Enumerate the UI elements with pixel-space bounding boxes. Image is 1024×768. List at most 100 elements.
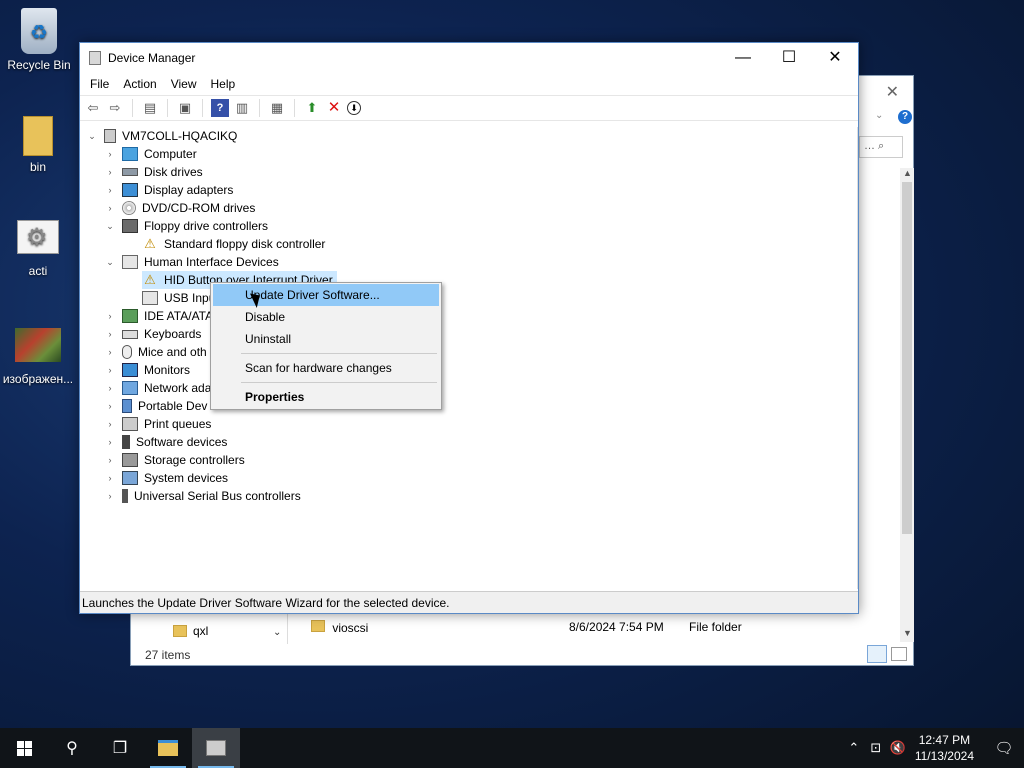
minimize-button[interactable]: — xyxy=(720,43,766,73)
chevron-right-icon[interactable]: › xyxy=(104,185,116,195)
tree-item-floppy-controllers[interactable]: ⌄ Floppy drive controllers xyxy=(104,217,268,235)
tree-item-ide[interactable]: › IDE ATA/ATA xyxy=(104,307,213,325)
uninstall-icon[interactable]: ✕ xyxy=(325,99,343,117)
tree-item-network[interactable]: › Network ada xyxy=(104,379,211,397)
chevron-down-icon[interactable]: ⌄ xyxy=(86,131,98,142)
chevron-right-icon[interactable]: › xyxy=(104,383,116,393)
chevron-down-icon[interactable]: ⌄ xyxy=(875,110,883,121)
tree-item-usb-input[interactable]: USB Inpu xyxy=(142,289,215,307)
close-button[interactable]: ✕ xyxy=(812,43,858,73)
device-manager-window[interactable]: Device Manager — ☐ ✕ File Action View He… xyxy=(79,42,859,614)
chevron-right-icon[interactable]: › xyxy=(104,149,116,159)
chevron-down-icon[interactable]: ⌄ xyxy=(104,221,116,232)
search-button[interactable]: ⚲ xyxy=(48,728,96,768)
chevron-down-icon[interactable]: ⌄ xyxy=(104,257,116,268)
chevron-right-icon[interactable]: › xyxy=(104,455,116,465)
desktop-icon-recycle-bin[interactable]: Recycle Bin xyxy=(1,8,77,72)
desktop-icon-image[interactable]: изображен... xyxy=(0,320,76,386)
nav-item-qxl[interactable]: qxl xyxy=(173,624,208,638)
tree-item-print-queues[interactable]: › Print queues xyxy=(104,415,211,433)
back-arrow-icon[interactable]: ⇦ xyxy=(84,99,102,117)
floppy-icon xyxy=(122,219,138,233)
tree-item-storage[interactable]: › Storage controllers xyxy=(104,451,245,469)
tree-item-system-devices[interactable]: › System devices xyxy=(104,469,228,487)
menu-item-uninstall[interactable]: Uninstall xyxy=(213,328,439,350)
tree-root[interactable]: ⌄ VM7COLL-HQACIKQ xyxy=(86,127,237,145)
pane-divider[interactable] xyxy=(287,614,288,644)
tree-item-mice[interactable]: › Mice and oth xyxy=(104,343,207,361)
tree-item-keyboards[interactable]: › Keyboards xyxy=(104,325,202,343)
properties-icon[interactable]: ▣ xyxy=(176,99,194,117)
toolbar: ⇦ ⇨ ▤ ▣ ? ▥ ▦ ⬆ ✕ ⬇ xyxy=(80,95,858,121)
scrollbar[interactable] xyxy=(900,168,914,642)
chevron-right-icon[interactable]: › xyxy=(104,347,116,357)
chevron-right-icon[interactable]: › xyxy=(104,419,116,429)
close-icon[interactable]: ✕ xyxy=(886,82,899,102)
taskbar-device-manager[interactable] xyxy=(192,728,240,768)
task-view-button[interactable]: ❐ xyxy=(96,728,144,768)
notification-icon[interactable]: 🗨 xyxy=(984,739,1024,757)
title-bar[interactable]: Device Manager — ☐ ✕ xyxy=(80,43,858,73)
search-input[interactable]: … ⌕ xyxy=(859,136,903,158)
folder-icon xyxy=(311,620,325,632)
clock[interactable]: 12:47 PM 11/13/2024 xyxy=(915,732,974,764)
tree-item-usb-controllers[interactable]: › Universal Serial Bus controllers xyxy=(104,487,301,505)
chevron-right-icon[interactable]: › xyxy=(104,203,116,213)
menu-file[interactable]: File xyxy=(83,73,116,95)
scrollbar-thumb[interactable] xyxy=(902,182,912,534)
chevron-right-icon[interactable]: › xyxy=(104,491,116,501)
settings-file-icon xyxy=(17,220,59,254)
desktop-icon-acti[interactable]: acti xyxy=(0,212,76,278)
tree-border xyxy=(857,127,858,589)
help-icon[interactable]: ? xyxy=(898,110,912,124)
details-view-button[interactable] xyxy=(867,645,887,663)
network-icon[interactable]: ⊡ xyxy=(865,740,887,756)
file-row[interactable]: vioscsi xyxy=(311,620,368,635)
large-icons-view-button[interactable] xyxy=(891,647,907,661)
taskbar-file-explorer[interactable] xyxy=(144,728,192,768)
chevron-right-icon[interactable]: › xyxy=(104,473,116,483)
show-hide-tree-icon[interactable]: ▤ xyxy=(141,99,159,117)
chevron-up-icon[interactable]: ⌃ xyxy=(843,740,865,756)
desktop-icon-label: acti xyxy=(28,264,48,278)
tree-item-computer[interactable]: › Computer xyxy=(104,145,197,163)
volume-muted-icon[interactable]: 🔇 xyxy=(887,740,909,756)
chevron-right-icon[interactable]: › xyxy=(104,167,116,177)
tree-item-hid[interactable]: ⌄ Human Interface Devices xyxy=(104,253,279,271)
disable-device-icon[interactable]: ⬇ xyxy=(347,101,361,115)
menu-item-disable[interactable]: Disable xyxy=(213,306,439,328)
desktop-icon-bin[interactable]: bin xyxy=(0,116,76,174)
chevron-right-icon[interactable]: › xyxy=(104,401,116,411)
tree-item-portable[interactable]: › Portable Dev xyxy=(104,397,207,415)
scroll-down-icon[interactable]: ▼ xyxy=(903,628,912,638)
tree-item-monitors[interactable]: › Monitors xyxy=(104,361,190,379)
chevron-right-icon[interactable]: › xyxy=(104,311,116,321)
chevron-right-icon[interactable]: › xyxy=(104,437,116,447)
device-tree[interactable]: ⌄ VM7COLL-HQACIKQ › Computer › Disk driv… xyxy=(80,127,858,589)
menu-view[interactable]: View xyxy=(164,73,204,95)
help-icon[interactable]: ? xyxy=(211,99,229,117)
menu-item-properties[interactable]: Properties xyxy=(213,386,439,408)
chevron-right-icon[interactable]: › xyxy=(104,365,116,375)
menu-help[interactable]: Help xyxy=(204,73,243,95)
tree-item-floppy-controller[interactable]: ⚠ Standard floppy disk controller xyxy=(142,235,325,253)
scroll-up-icon[interactable]: ▲ xyxy=(903,168,912,178)
details-pane-icon[interactable]: ▥ xyxy=(233,99,251,117)
tree-item-dvd-drives[interactable]: › DVD/CD-ROM drives xyxy=(104,199,255,217)
start-button[interactable] xyxy=(0,728,48,768)
tree-item-disk-drives[interactable]: › Disk drives xyxy=(104,163,203,181)
forward-arrow-icon[interactable]: ⇨ xyxy=(106,99,124,117)
tree-item-display-adapters[interactable]: › Display adapters xyxy=(104,181,233,199)
hid-icon xyxy=(122,255,138,269)
chevron-down-icon[interactable]: ⌄ xyxy=(273,627,281,638)
folder-icon xyxy=(173,625,187,637)
maximize-button[interactable]: ☐ xyxy=(766,43,812,73)
menu-item-scan-hardware[interactable]: Scan for hardware changes xyxy=(213,357,439,379)
tree-item-software-devices[interactable]: › Software devices xyxy=(104,433,227,451)
chevron-right-icon[interactable]: › xyxy=(104,329,116,339)
update-driver-icon[interactable]: ⬆ xyxy=(303,99,321,117)
scan-hardware-icon[interactable]: ▦ xyxy=(268,99,286,117)
menu-item-update-driver[interactable]: Update Driver Software... xyxy=(213,284,439,306)
menu-action[interactable]: Action xyxy=(116,73,163,95)
tree-label: Storage controllers xyxy=(144,453,245,467)
